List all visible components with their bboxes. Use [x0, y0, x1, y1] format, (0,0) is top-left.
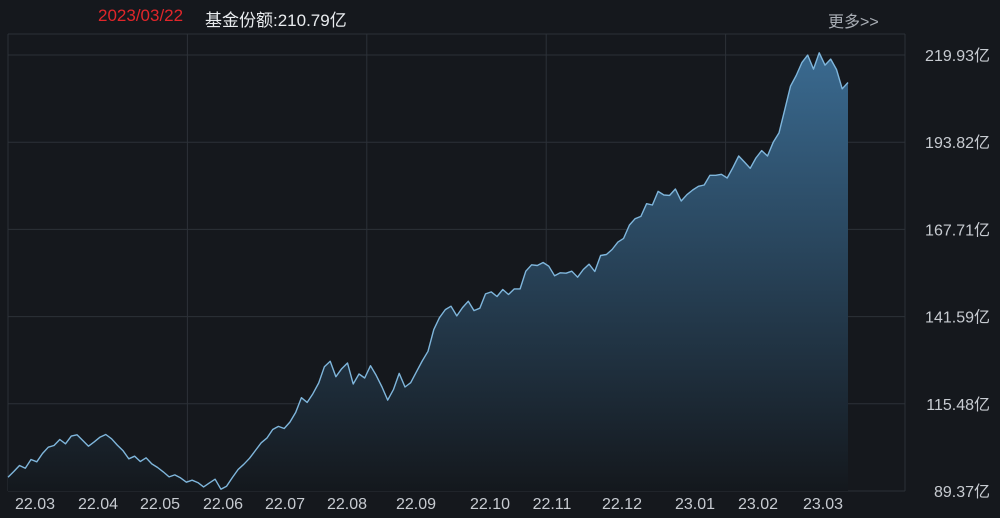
series-area: [8, 52, 848, 492]
more-link[interactable]: 更多>>: [828, 8, 879, 32]
fund-share-value: 基金份额:210.79亿: [205, 11, 347, 30]
x-tick-label: 23.01: [675, 496, 715, 513]
y-tick-label: 115.48亿: [926, 396, 990, 414]
x-tick-label: 23.02: [738, 496, 778, 513]
y-tick-label: 193.82亿: [925, 134, 990, 152]
x-tick-label: 22.10: [470, 496, 510, 513]
x-tick-label: 22.06: [203, 496, 243, 513]
fund-share-chart: 219.93亿 193.82亿 167.71亿 141.59亿 115.48亿 89.37…: [7, 33, 990, 513]
x-tick-label: 22.09: [396, 496, 436, 513]
x-tick-label: 22.11: [533, 496, 572, 513]
y-tick-label: 219.93亿: [925, 47, 990, 65]
selected-date: 2023/03/22: [98, 6, 184, 25]
chart-header: 2023/03/22 基金份额:210.79亿 更多>>: [0, 0, 1000, 34]
y-tick-label: 167.71亿: [925, 221, 990, 239]
x-tick-label: 22.12: [602, 496, 642, 513]
x-tick-label: 22.05: [140, 496, 180, 513]
x-tick-label: 22.03: [15, 496, 55, 513]
x-tick-label: 22.07: [265, 496, 305, 513]
x-tick-label: 22.08: [327, 496, 367, 513]
x-tick-label: 23.03: [803, 496, 843, 513]
x-tick-label: 22.04: [78, 496, 118, 513]
chart-area: 219.93亿 193.82亿 167.71亿 141.59亿 115.48亿 89.37…: [0, 0, 1000, 518]
y-tick-label: 141.59亿: [925, 309, 990, 327]
y-tick-label: 89.37亿: [934, 483, 990, 501]
